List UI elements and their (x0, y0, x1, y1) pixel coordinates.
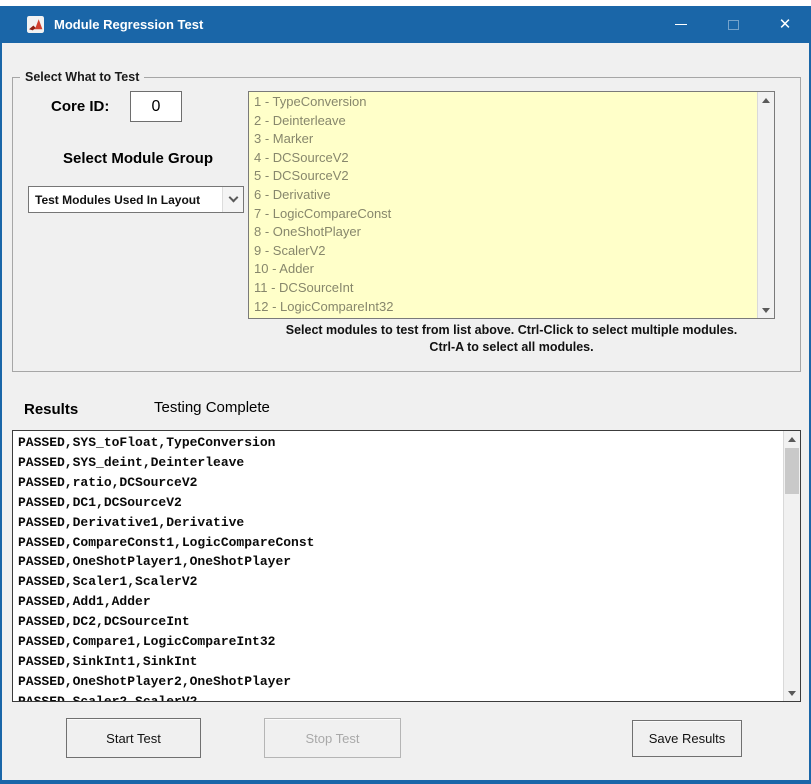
result-line: PASSED,DC2,DCSourceInt (18, 612, 783, 632)
result-line: PASSED,Scaler2,ScalerV2 (18, 692, 783, 702)
module-list-item[interactable]: 1 - TypeConversion (249, 93, 757, 112)
module-list-item[interactable]: 2 - Deinterleave (249, 112, 757, 131)
result-line: PASSED,CompareConst1,LogicCompareConst (18, 533, 783, 553)
module-list-item[interactable]: 10 - Adder (249, 260, 757, 279)
scroll-down-button[interactable] (758, 302, 774, 318)
core-id-input[interactable] (130, 91, 182, 122)
module-list-item[interactable]: 7 - LogicCompareConst (249, 205, 757, 224)
module-group-dropdown[interactable]: Test Modules Used In Layout (28, 186, 244, 213)
result-line: PASSED,Derivative1,Derivative (18, 513, 783, 533)
module-listbox[interactable]: 1 - TypeConversion2 - Deinterleave3 - Ma… (248, 91, 775, 319)
results-scrollbar[interactable] (783, 431, 800, 701)
result-line: PASSED,Compare1,LogicCompareInt32 (18, 632, 783, 652)
module-list-scrollbar[interactable] (757, 92, 774, 318)
panel-legend: Select What to Test (20, 70, 144, 84)
window-title: Module Regression Test (54, 17, 203, 32)
module-regression-test-window: Module Regression Test ✕ Select What to … (0, 6, 811, 784)
scroll-down-button[interactable] (784, 685, 800, 701)
result-line: PASSED,SinkInt1,SinkInt (18, 652, 783, 672)
start-test-button[interactable]: Start Test (66, 718, 201, 758)
window-controls: ✕ (655, 6, 811, 43)
result-line: PASSED,OneShotPlayer2,OneShotPlayer (18, 672, 783, 692)
core-id-label: Core ID: (51, 98, 109, 115)
scroll-down-icon (788, 691, 796, 696)
titlebar[interactable]: Module Regression Test ✕ (0, 6, 811, 43)
close-button[interactable]: ✕ (759, 6, 811, 43)
module-list-item[interactable]: 4 - DCSourceV2 (249, 149, 757, 168)
chevron-down-icon (228, 193, 238, 203)
result-line: PASSED,SYS_toFloat,TypeConversion (18, 433, 783, 453)
results-label: Results (24, 401, 78, 418)
module-group-selected-value: Test Modules Used In Layout (35, 193, 200, 207)
scroll-up-icon (762, 98, 770, 103)
help-line-1: Select modules to test from list above. … (248, 322, 775, 339)
maximize-button[interactable] (707, 6, 759, 43)
matlab-app-icon (27, 16, 44, 33)
result-line: PASSED,Add1,Adder (18, 592, 783, 612)
module-list-item[interactable]: 12 - LogicCompareInt32 (249, 298, 757, 317)
help-line-2: Ctrl-A to select all modules. (248, 339, 775, 356)
module-list-item[interactable]: 6 - Derivative (249, 186, 757, 205)
module-group-label: Select Module Group (28, 150, 248, 167)
result-line: PASSED,ratio,DCSourceV2 (18, 473, 783, 493)
scroll-up-button[interactable] (784, 431, 800, 447)
select-what-to-test-panel: Select What to Test Core ID: Select Modu… (12, 77, 801, 372)
scroll-thumb[interactable] (785, 448, 799, 494)
stop-test-button[interactable]: Stop Test (264, 718, 401, 758)
module-list-item[interactable]: 9 - ScalerV2 (249, 242, 757, 261)
result-line: PASSED,Scaler1,ScalerV2 (18, 572, 783, 592)
scroll-up-icon (788, 437, 796, 442)
close-icon: ✕ (779, 17, 792, 32)
module-list-item[interactable]: 11 - DCSourceInt (249, 279, 757, 298)
module-list-item[interactable]: 3 - Marker (249, 130, 757, 149)
maximize-icon (728, 20, 739, 30)
result-line: PASSED,DC1,DCSourceV2 (18, 493, 783, 513)
minimize-icon (675, 24, 687, 25)
scroll-up-button[interactable] (758, 92, 774, 108)
result-line: PASSED,OneShotPlayer1,OneShotPlayer (18, 552, 783, 572)
scroll-down-icon (762, 308, 770, 313)
results-status-text: Testing Complete (154, 399, 270, 416)
results-listbox[interactable]: PASSED,SYS_toFloat,TypeConversionPASSED,… (12, 430, 801, 702)
save-results-button[interactable]: Save Results (632, 720, 742, 757)
dropdown-arrow-zone[interactable] (222, 187, 243, 212)
minimize-button[interactable] (655, 6, 707, 43)
module-select-help-text: Select modules to test from list above. … (248, 322, 775, 356)
result-line: PASSED,SYS_deint,Deinterleave (18, 453, 783, 473)
module-list-item[interactable]: 5 - DCSourceV2 (249, 167, 757, 186)
module-list-item[interactable]: 8 - OneShotPlayer (249, 223, 757, 242)
